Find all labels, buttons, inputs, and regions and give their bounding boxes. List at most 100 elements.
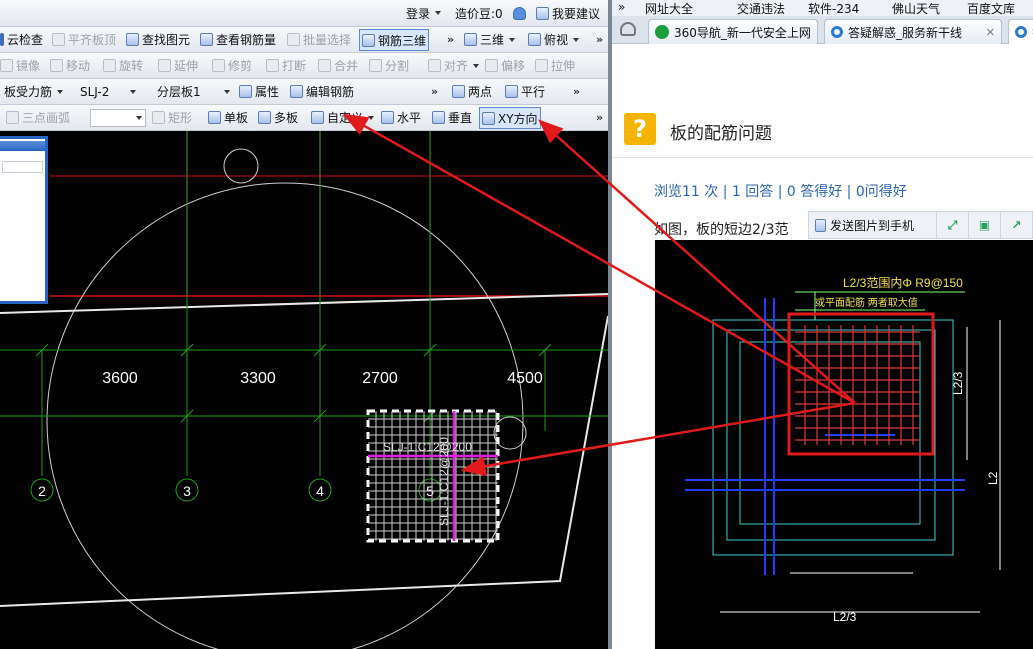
edit-rebar-label: 编辑钢筋 [306, 85, 355, 99]
bell-icon[interactable] [513, 0, 526, 26]
rotate-label: 旋转 [119, 59, 144, 73]
axis-number: 3 [183, 483, 191, 499]
red-rebar-mesh [795, 325, 920, 445]
stretch-button[interactable]: 拉伸 [535, 53, 575, 78]
slab-edge [0, 315, 608, 607]
flush-board-button[interactable]: 平齐板顶 [52, 27, 116, 52]
slab-rebar-mesh[interactable]: SLJ-1:C12@200 SLJ-1:C12@200 [366, 409, 500, 543]
rebar-3d-button[interactable]: 钢筋三维 [359, 29, 430, 51]
login-label: 登录 [406, 6, 431, 21]
rect-button[interactable]: 矩形 [152, 105, 192, 130]
rotate-button[interactable]: 旋转 [103, 53, 143, 78]
mirror-label: 镜像 [16, 59, 41, 73]
expand-icon[interactable]: ⤢ [936, 212, 968, 238]
move-button[interactable]: 移动 [50, 53, 90, 78]
edit-rebar-button[interactable]: 编辑钢筋 [290, 79, 354, 104]
vertical-icon [432, 111, 445, 124]
align-label: 对齐 [444, 59, 469, 73]
login-button[interactable]: 登录 [406, 0, 442, 26]
split-button[interactable]: 分割 [369, 53, 409, 78]
style-select[interactable] [90, 109, 146, 127]
parallel-button[interactable]: 平行 [505, 79, 545, 104]
cad-canvas[interactable]: 3600 3300 2700 4500 2 3 4 5 SLJ-1:C12@20… [0, 131, 608, 649]
top-view-button[interactable]: 俯视 [528, 27, 580, 52]
panel-field[interactable] [2, 161, 43, 173]
layer-select[interactable]: 分层板1 [157, 79, 230, 104]
type-select[interactable]: 板受力筋 [4, 79, 64, 104]
share-icon[interactable]: ↗ [1000, 212, 1032, 238]
dimension-lines [720, 320, 1001, 613]
single-board-label: 单板 [224, 111, 249, 125]
chevron-down-icon [573, 37, 580, 42]
favorite-item[interactable]: 软件-234 [808, 0, 859, 16]
tab-360-nav[interactable]: 360导航_新一代安全上网 ✕ [648, 19, 818, 44]
favorite-item[interactable]: 百度文库 [967, 0, 1015, 16]
favorite-item[interactable]: 佛山天气 [892, 0, 940, 16]
close-icon[interactable]: ✕ [816, 26, 817, 39]
arc-button[interactable]: 三点画弧 [6, 105, 70, 130]
multi-board-button[interactable]: 多板 [258, 105, 298, 130]
toolbar-row-2: 镜像 移动 旋转 延伸 修剪 打断 合并 分割 对齐 偏移 拉伸 [0, 53, 608, 79]
window-titlebar[interactable] [0, 141, 45, 151]
offset-icon [485, 59, 498, 72]
overflow-chevron-icon[interactable]: » [447, 27, 454, 52]
overflow-chevron-icon[interactable]: » [596, 105, 603, 130]
extend-button[interactable]: 延伸 [158, 53, 198, 78]
split-icon [369, 59, 382, 72]
name-select[interactable]: SLJ-2 [80, 79, 137, 104]
highlight-box [787, 312, 935, 456]
tab-qa[interactable]: 答疑解惑_服务新干线 ✕ [824, 19, 1002, 44]
cube-icon [464, 33, 477, 46]
align-button[interactable]: 对齐 [428, 53, 480, 78]
tab-active[interactable]: 答 [1008, 19, 1033, 44]
trim-button[interactable]: 修剪 [212, 53, 252, 78]
favorite-item[interactable]: 网址大全 [645, 0, 693, 16]
batch-select-button[interactable]: 批量选择 [287, 27, 351, 52]
find-element-button[interactable]: 查找图元 [126, 27, 190, 52]
question-image[interactable]: L2/3范围内Φ R9@150 或平面配筋 两者取大值 L2/3 L2 L2/3 [655, 240, 1033, 649]
chevron-down-icon [368, 115, 375, 120]
merge-button[interactable]: 合并 [318, 53, 358, 78]
overflow-chevron-icon[interactable]: » [431, 79, 438, 104]
arc-label: 三点画弧 [22, 111, 71, 125]
align-icon [428, 59, 441, 72]
xy-direction-button[interactable]: XY方向 [479, 107, 541, 129]
property-panel-window[interactable] [0, 136, 48, 304]
properties-button[interactable]: 属性 [239, 79, 279, 104]
send-to-phone-button[interactable]: 发送图片到手机 [809, 217, 936, 234]
overflow-chevron-icon[interactable]: » [573, 79, 580, 104]
single-board-button[interactable]: 单板 [208, 105, 248, 130]
vertical-button[interactable]: 垂直 [432, 105, 472, 130]
axis-bubble: 4 [308, 478, 332, 502]
xy-direction-label: XY方向 [498, 111, 538, 126]
question-stats[interactable]: 浏览11 次 | 1 回答 | 0 答得好 | 0问得好 [654, 181, 907, 201]
cloud-icon[interactable] [620, 22, 636, 36]
view-rebar-qty-button[interactable]: 查看钢筋量 [200, 27, 276, 52]
three-d-button[interactable]: 三维 [464, 27, 516, 52]
horizontal-button[interactable]: 水平 [381, 105, 421, 130]
bell-shape [513, 6, 526, 20]
vertical-label: 垂直 [448, 111, 473, 125]
break-button[interactable]: 打断 [266, 53, 306, 78]
two-points-button[interactable]: 两点 [452, 79, 492, 104]
axis-number: 2 [38, 483, 46, 499]
extend-label: 延伸 [174, 59, 199, 73]
toolbar-row-4: 三点画弧 矩形 单板 多板 自定义 水平 垂直 XY方向 » [0, 105, 608, 131]
chevron-down-icon [57, 89, 64, 94]
trim-icon [212, 59, 225, 72]
suggest-button[interactable]: 我要建议 [536, 0, 600, 26]
close-icon[interactable]: ✕ [986, 26, 995, 39]
favorite-item[interactable]: 交通违法 [737, 0, 785, 16]
fav-overflow[interactable]: » [618, 0, 625, 14]
save-icon[interactable]: ▣ [968, 212, 1000, 238]
overflow-chevron-icon[interactable]: » [596, 27, 603, 52]
cloud-check-button[interactable]: 云检查 [0, 27, 43, 52]
merge-icon [318, 59, 331, 72]
custom-button[interactable]: 自定义 [311, 105, 375, 130]
offset-button[interactable]: 偏移 [485, 53, 525, 78]
dimension-label: 3300 [240, 370, 276, 387]
mirror-button[interactable]: 镜像 [0, 53, 40, 78]
dimension-label: 4500 [507, 370, 543, 387]
parallel-label: 平行 [521, 85, 546, 99]
three-d-label: 三维 [480, 33, 505, 47]
